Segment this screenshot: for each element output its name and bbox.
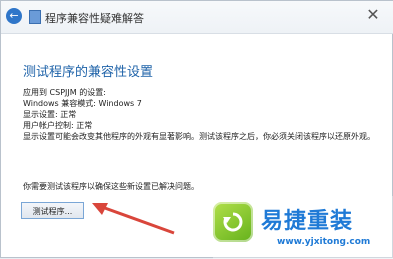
pointer-arrow-icon: [92, 203, 175, 235]
window-title: 程序兼容性疑难解答: [45, 12, 144, 25]
detail-compat-mode: Windows 兼容模式: Windows 7: [23, 99, 142, 108]
settings-details: 应用到 CSPJJM 的设置: Windows 兼容模式: Windows 7 …: [23, 87, 375, 142]
close-icon[interactable]: ✕: [362, 6, 384, 24]
brand-logo: [213, 202, 253, 242]
detail-uac: 用户帐户控制: 正常: [23, 121, 93, 130]
back-arrow-icon[interactable]: ←: [6, 8, 22, 24]
refresh-icon: [223, 212, 243, 232]
detail-display-setting: 显示设置: 正常: [23, 110, 77, 119]
brand-name: 易捷重装: [261, 209, 354, 234]
title-bar: ← 程序兼容性疑难解答 ✕: [1, 1, 393, 34]
detail-note: 显示设置可能会改变其他程序的外观有显著影响。测试该程序之后，你必须关闭该程序以还…: [23, 132, 375, 141]
troubleshooter-window: ← 程序兼容性疑难解答 ✕ 测试程序的兼容性设置 应用到 CSPJJM 的设置:…: [0, 0, 393, 259]
wizard-icon: [29, 10, 41, 24]
test-program-button[interactable]: 测试程序...: [21, 202, 84, 219]
brand-url: www.yjxitong.com: [277, 237, 371, 247]
detail-applied-to: 应用到 CSPJJM 的设置:: [23, 88, 106, 97]
test-instruction: 你需要测试该程序以确保这些新设置已解决问题。: [23, 182, 199, 191]
page-heading: 测试程序的兼容性设置: [23, 65, 154, 80]
